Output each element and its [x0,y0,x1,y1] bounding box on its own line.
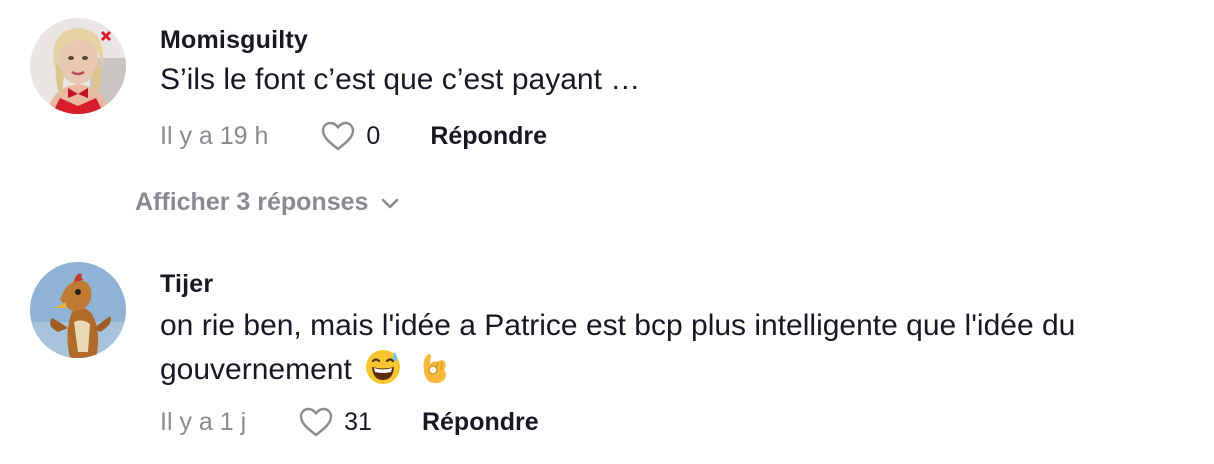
heart-outline-icon [320,120,356,152]
like-button[interactable]: 0 [320,120,380,152]
view-replies-button[interactable]: Afficher 3 réponses [135,188,400,217]
comment-time: Il y a 1 j [160,407,247,436]
like-count: 0 [366,121,381,150]
avatar[interactable] [30,262,126,358]
avatar-image [30,262,126,358]
comment-meta: Il y a 19 h 0 Répondre [160,116,547,156]
chevron-down-icon [380,196,400,210]
view-replies-label: Afficher 3 réponses [135,188,369,216]
comment-text: S’ils le font c’est que c’est payant … [160,63,641,96]
grinning-face-with-sweat-emoji [364,348,402,386]
comment-username[interactable]: Momisguilty [160,26,308,55]
comment-text: on rie ben, mais l'idée a Patrice est bc… [160,304,1200,392]
comment-meta: Il y a 1 j 31 Répondre [160,402,539,442]
reply-button[interactable]: Répondre [430,122,547,151]
avatar-image [30,18,126,114]
avatar[interactable] [30,18,126,114]
heart-outline-icon [298,406,334,438]
comment-time: Il y a 19 h [160,121,269,150]
like-count: 31 [344,407,372,436]
comment-text-body: on rie ben, mais l'idée a Patrice est bc… [160,309,1076,386]
comment-username[interactable]: Tijer [160,270,213,299]
reply-button[interactable]: Répondre [422,408,539,437]
like-button[interactable]: 31 [298,406,372,438]
ok-hand-emoji [414,348,452,386]
